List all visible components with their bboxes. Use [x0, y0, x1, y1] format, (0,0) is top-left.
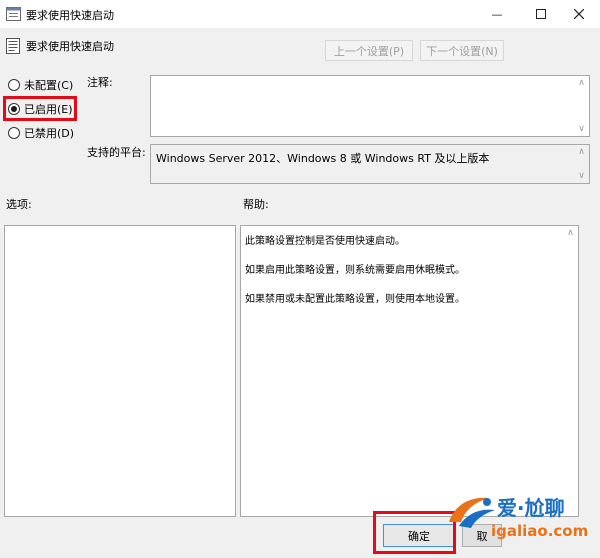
radio-label: 已禁用(D) — [24, 127, 75, 140]
help-scrollbar[interactable]: ∧ — [563, 226, 578, 516]
setting-icon — [6, 38, 20, 54]
supported-label: 支持的平台: — [87, 146, 146, 159]
ok-highlight-box — [373, 511, 456, 554]
scroll-up-icon[interactable]: ∧ — [563, 228, 578, 238]
enabled-highlight-box — [3, 96, 77, 121]
policy-icon — [6, 7, 21, 21]
previous-setting-button[interactable]: 上一个设置(P) — [325, 40, 413, 61]
scroll-down-icon[interactable]: ∨ — [574, 171, 589, 181]
radio-not-configured[interactable]: 未配置(C) — [8, 76, 73, 94]
scroll-up-icon[interactable]: ∧ — [574, 78, 589, 88]
help-text-line: 如果启用此策略设置，则系统需要启用休眠模式。 — [245, 265, 465, 276]
comment-scrollbar[interactable]: ∧ ∨ — [574, 76, 589, 136]
setting-title: 要求使用快速启动 — [26, 40, 114, 53]
next-setting-button[interactable]: 下一个设置(N) — [420, 40, 504, 61]
title-bar: 要求使用快速启动 — — [0, 0, 600, 28]
radio-disabled[interactable]: 已禁用(D) — [8, 124, 74, 142]
help-text-line: 此策略设置控制是否使用快速启动。 — [245, 236, 405, 247]
watermark: 爱·尬聊 igaliao.com — [445, 488, 595, 554]
comment-field[interactable]: ∧ ∨ — [150, 75, 590, 137]
help-label: 帮助: — [243, 198, 269, 211]
options-pane — [4, 225, 236, 517]
options-label: 选项: — [6, 198, 32, 211]
supported-value: Windows Server 2012、Windows 8 或 Windows … — [156, 152, 490, 165]
radio-circle — [8, 79, 20, 91]
supported-scrollbar[interactable]: ∧ ∨ — [574, 145, 589, 183]
radio-circle — [8, 127, 20, 139]
radio-label: 未配置(C) — [24, 79, 74, 92]
maximize-icon — [536, 9, 546, 19]
help-text-line: 如果禁用或未配置此策略设置，则使用本地设置。 — [245, 294, 465, 305]
watermark-brand: 爱·尬聊 — [497, 496, 565, 520]
supported-field: Windows Server 2012、Windows 8 或 Windows … — [150, 144, 590, 184]
scroll-down-icon[interactable]: ∨ — [574, 124, 589, 134]
minimize-button[interactable]: — — [474, 0, 520, 28]
scroll-up-icon[interactable]: ∧ — [574, 147, 589, 157]
watermark-url: igaliao.com — [491, 522, 589, 540]
window-title: 要求使用快速启动 — [26, 9, 114, 22]
comment-label: 注释: — [87, 76, 113, 89]
close-button[interactable] — [556, 0, 600, 28]
close-icon — [574, 9, 584, 19]
minimize-icon: — — [491, 7, 503, 21]
help-pane: 此策略设置控制是否使用快速启动。 如果启用此策略设置，则系统需要启用休眠模式。 … — [240, 225, 579, 517]
